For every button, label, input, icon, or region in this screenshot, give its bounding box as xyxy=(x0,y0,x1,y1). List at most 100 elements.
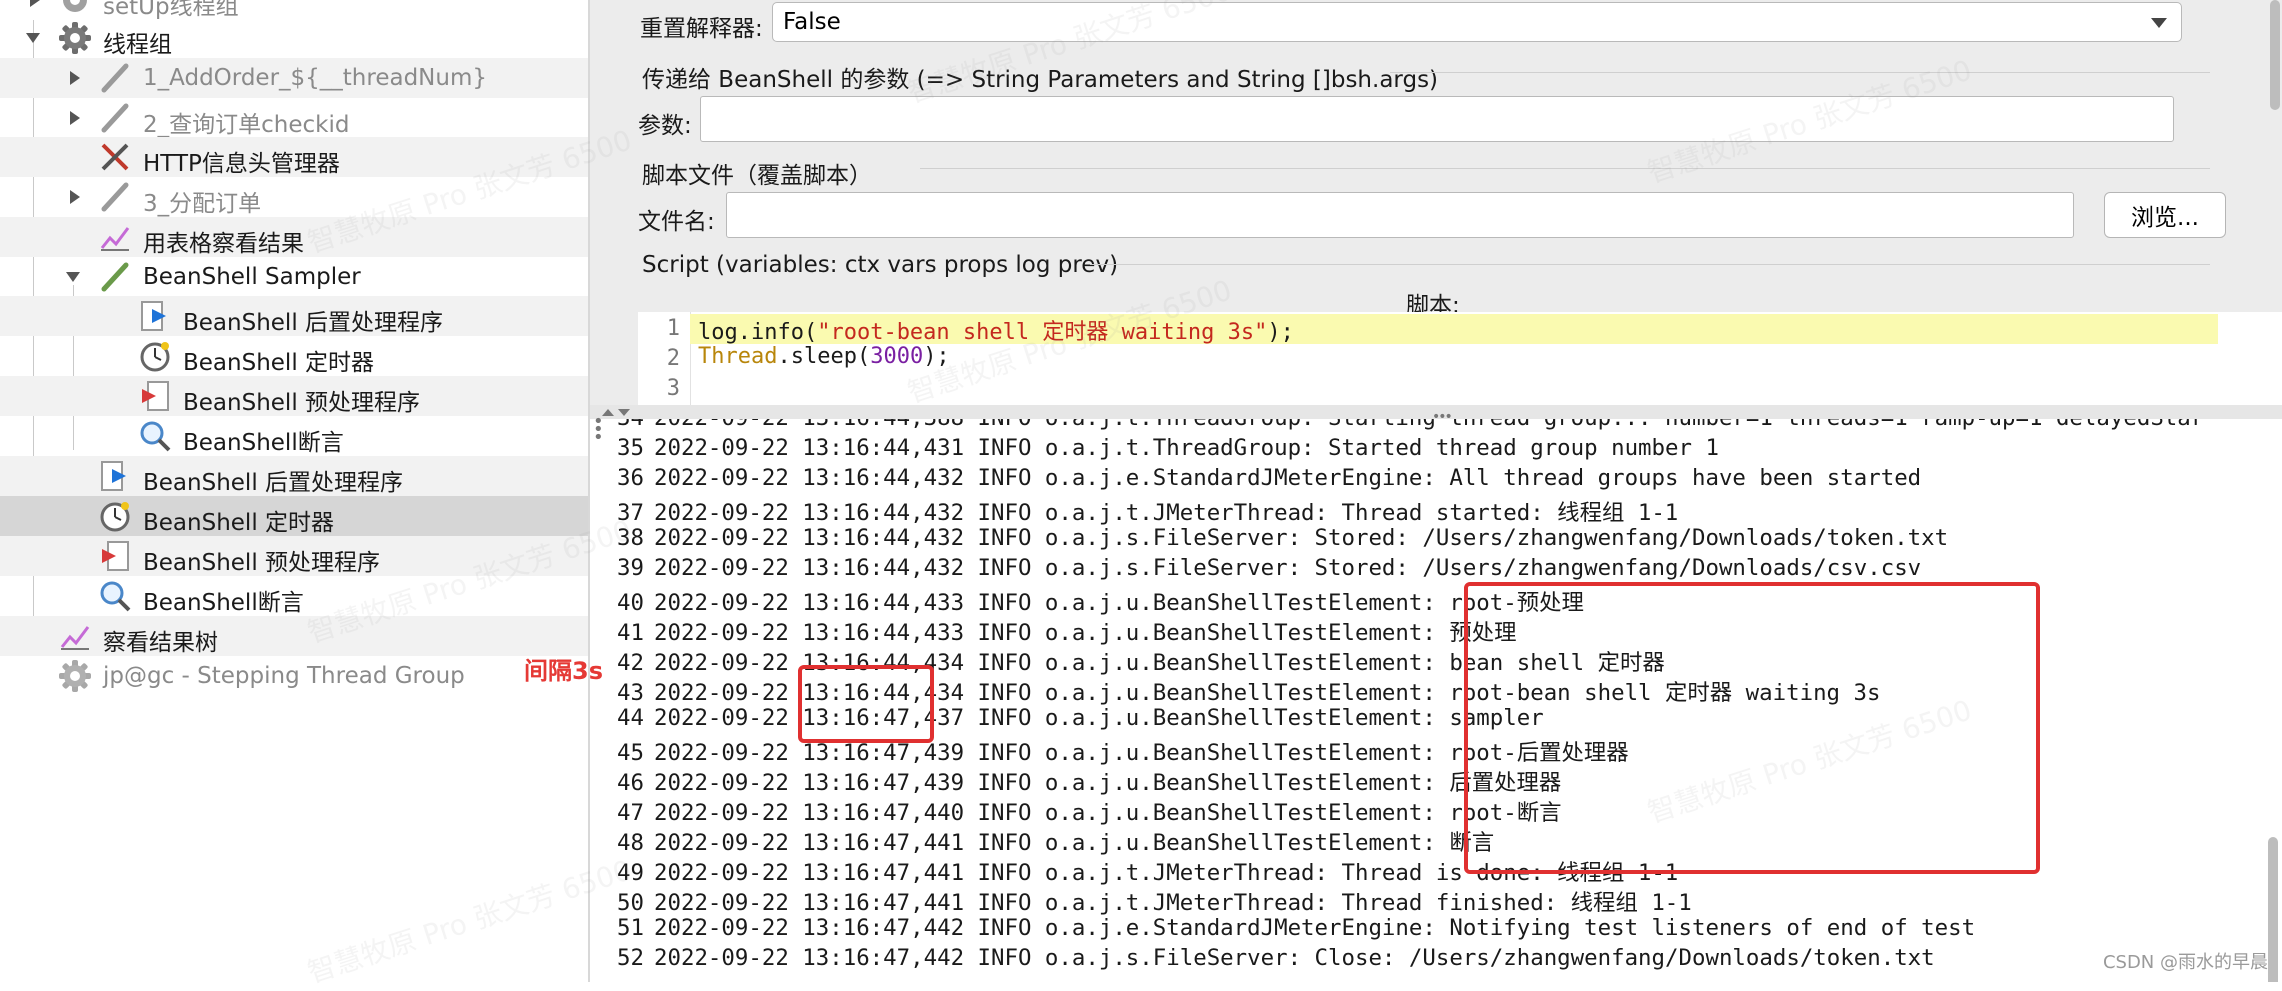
expand-arrow-icon[interactable] xyxy=(70,71,80,85)
collapse-down-icon[interactable] xyxy=(618,409,630,416)
postprocessor-icon xyxy=(101,461,126,491)
log-line: 46 2022-09-22 13:16:47,439 INFO o.a.j.u.B… xyxy=(602,765,1562,796)
log-line: 35 2022-09-22 13:16:44,431 INFO o.a.j.t.T… xyxy=(602,435,1719,465)
log-line-number: 44 xyxy=(617,705,644,731)
beanshell-timer-config-panel: 重置解释器: False 传递给 BeanShell 的参数 (=> Strin… xyxy=(590,0,2282,405)
tree-item-label: BeanShell 后置处理程序 xyxy=(143,470,404,496)
log-line-text: 2022-09-22 13:16:47,442 INFO o.a.j.s.Fil… xyxy=(654,945,1935,971)
collapse-arrow-icon[interactable] xyxy=(26,33,40,43)
collapse-arrow-icon[interactable] xyxy=(66,272,80,282)
tree-item-label: BeanShell 预处理程序 xyxy=(183,390,421,416)
log-line-text: 2022-09-22 13:16:44,432 INFO o.a.j.s.Fil… xyxy=(654,555,1922,581)
line-number: 2 xyxy=(666,346,680,371)
pipette-icon xyxy=(101,103,129,133)
timer-icon xyxy=(140,342,170,372)
log-line-number: 42 xyxy=(617,650,644,676)
pipette-icon xyxy=(101,63,129,93)
split-pane-divider[interactable]: ••• xyxy=(590,405,2282,425)
tree-item-label: BeanShell 定时器 xyxy=(183,350,375,376)
tree-item-label: 1_AddOrder_${__threadNum} xyxy=(143,65,488,91)
log-line-text: 2022-09-22 13:16:44,433 INFO o.a.j.u.Bea… xyxy=(654,620,1517,646)
preprocessor-icon xyxy=(102,541,129,571)
tree-item-beanshell-timer[interactable]: BeanShell 定时器 xyxy=(0,496,588,536)
reset-interpreter-select[interactable]: False xyxy=(772,2,2182,42)
script-section-title: Script (variables: ctx vars props log pr… xyxy=(642,252,1119,278)
tree-item-query-order[interactable]: 2_查询订单checkid xyxy=(0,98,588,138)
reset-interpreter-value: False xyxy=(783,9,841,35)
magnifier-icon xyxy=(100,581,131,612)
script-line: log.info("root-bean shell 定时器 waiting 3s… xyxy=(690,314,2218,345)
tree-item-setup-thread-group[interactable]: setUp线程组 xyxy=(0,0,588,20)
tree-item-beanshell-postprocessor[interactable]: BeanShell 后置处理程序 xyxy=(0,456,588,496)
log-line-number: 39 xyxy=(617,555,644,581)
tree-item-beanshell-assertion-child[interactable]: BeanShell断言 xyxy=(0,416,588,456)
code-token: .sleep( xyxy=(777,344,871,369)
expand-arrow-icon[interactable] xyxy=(30,0,40,7)
log-line: 37 2022-09-22 13:16:44,432 INFO o.a.j.t.J… xyxy=(602,495,1679,526)
browse-button[interactable]: 浏览... xyxy=(2104,192,2226,238)
tree-item-beanshell-postprocessor-child[interactable]: BeanShell 后置处理程序 xyxy=(0,296,588,336)
log-line-text: 2022-09-22 13:16:47,441 INFO o.a.j.u.Bea… xyxy=(654,830,1495,856)
tree-item-label: BeanShell断言 xyxy=(183,430,344,456)
tree-item-label: 察看结果树 xyxy=(103,630,218,656)
tools-icon xyxy=(101,143,129,171)
section-divider xyxy=(1390,72,2210,73)
log-line: 41 2022-09-22 13:16:44,433 INFO o.a.j.u.B… xyxy=(602,615,1517,646)
code-token: ); xyxy=(1267,320,1294,345)
log-line-text: 2022-09-22 13:16:47,439 INFO o.a.j.u.Bea… xyxy=(654,770,1562,796)
tree-item-label: BeanShell 后置处理程序 xyxy=(183,310,444,336)
tree-item-add-order[interactable]: 1_AddOrder_${__threadNum} xyxy=(0,58,588,98)
script-editor[interactable]: 1 2 3 log.info("root-bean shell 定时器 wait… xyxy=(638,312,2282,405)
log-line: 38 2022-09-22 13:16:44,432 INFO o.a.j.s.F… xyxy=(602,525,1948,555)
log-line-number: 36 xyxy=(617,465,644,491)
tree-item-label: BeanShell Sampler xyxy=(143,264,361,290)
tree-item-thread-group[interactable]: 线程组 xyxy=(0,18,588,58)
filename-input[interactable] xyxy=(726,192,2074,238)
log-line: 39 2022-09-22 13:16:44,432 INFO o.a.j.s.F… xyxy=(602,555,1921,585)
log-line-number: 41 xyxy=(617,620,644,646)
line-number: 1 xyxy=(666,316,680,341)
log-line: 50 2022-09-22 13:16:47,441 INFO o.a.j.t.J… xyxy=(602,885,1692,916)
log-line-number: 46 xyxy=(617,770,644,796)
tree-item-beanshell-sampler[interactable]: BeanShell Sampler xyxy=(0,257,588,297)
log-line-number: 35 xyxy=(617,435,644,461)
log-line-text: 2022-09-22 13:16:47,440 INFO o.a.j.u.Bea… xyxy=(654,800,1562,826)
tree-item-view-table-results[interactable]: 用表格察看结果 xyxy=(0,217,588,257)
tree-item-label: BeanShell 预处理程序 xyxy=(143,550,381,576)
log-line: 40 2022-09-22 13:16:44,433 INFO o.a.j.u.B… xyxy=(602,585,1584,616)
tree-item-label: jp@gc - Stepping Thread Group xyxy=(103,663,465,689)
log-line-text: 2022-09-22 13:16:44,432 INFO o.a.j.t.JMe… xyxy=(654,500,1679,526)
test-plan-tree[interactable]: setUp线程组 线程组 1_AddOrder_${__threadNum} 2… xyxy=(0,0,590,982)
config-scrollbar[interactable] xyxy=(2270,0,2280,110)
log-scrollbar[interactable] xyxy=(2268,837,2278,982)
log-line: 51 2022-09-22 13:16:47,442 INFO o.a.j.e.S… xyxy=(602,915,1975,945)
log-line: 34 2022-09-22 13:16:44,388 INFO o.a.j.t.T… xyxy=(602,419,2204,435)
pipette-icon xyxy=(101,262,129,292)
reset-interpreter-label: 重置解释器: xyxy=(640,16,763,42)
log-line-text: 2022-09-22 13:16:44,432 INFO o.a.j.s.Fil… xyxy=(654,525,1949,551)
log-line-text: 2022-09-22 13:16:47,441 INFO o.a.j.t.JMe… xyxy=(654,890,1692,916)
tree-item-label: 用表格察看结果 xyxy=(143,231,304,257)
pipette-icon xyxy=(101,182,129,212)
log-line-text: 2022-09-22 13:16:44,433 INFO o.a.j.u.Bea… xyxy=(654,590,1584,616)
log-line-number: 51 xyxy=(617,915,644,941)
tree-item-stepping-thread-group[interactable]: jp@gc - Stepping Thread Group xyxy=(0,656,588,696)
log-line-number: 43 xyxy=(617,680,644,706)
log-line-number: 40 xyxy=(617,590,644,616)
expand-arrow-icon[interactable] xyxy=(70,111,80,125)
collapse-up-icon[interactable] xyxy=(602,409,614,416)
log-line-text: 2022-09-22 13:16:44,432 INFO o.a.j.e.Sta… xyxy=(654,465,1922,491)
log-line-text: 2022-09-22 13:16:47,442 INFO o.a.j.e.Sta… xyxy=(654,915,1976,941)
tree-item-label: BeanShell断言 xyxy=(143,590,304,616)
tree-item-view-results-tree[interactable]: 察看结果树 xyxy=(0,616,588,656)
log-line-text: 2022-09-22 13:16:47,437 INFO o.a.j.u.Bea… xyxy=(654,705,1544,731)
log-line: 47 2022-09-22 13:16:47,440 INFO o.a.j.u.B… xyxy=(602,795,1562,826)
log-line-number: 34 xyxy=(602,419,644,431)
log-line: 48 2022-09-22 13:16:47,441 INFO o.a.j.u.B… xyxy=(602,825,1495,856)
timer-icon xyxy=(100,502,130,532)
expand-arrow-icon[interactable] xyxy=(70,190,80,204)
chart-icon xyxy=(60,626,90,650)
tree-item-beanshell-preprocessor-child[interactable]: BeanShell 预处理程序 xyxy=(0,376,588,416)
tree-item-beanshell-timer-child[interactable]: BeanShell 定时器 xyxy=(0,336,588,376)
line-number: 3 xyxy=(666,376,680,401)
